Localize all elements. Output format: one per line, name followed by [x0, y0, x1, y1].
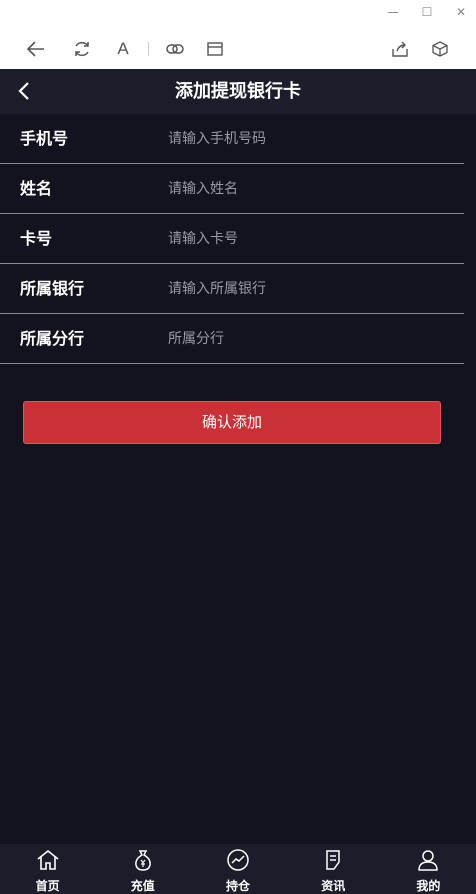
maximize-button[interactable]: ☐ — [418, 4, 436, 20]
tab-news[interactable]: 资讯 — [286, 844, 381, 894]
card-number-label: 卡号 — [20, 229, 53, 248]
name-input[interactable] — [168, 174, 448, 204]
confirm-add-button[interactable]: 确认添加 — [23, 401, 441, 444]
tab-recharge-label: 充值 — [130, 879, 155, 893]
home-icon — [37, 849, 59, 870]
tab-recharge[interactable]: 充值 — [95, 844, 190, 894]
refresh-icon[interactable] — [71, 38, 93, 60]
back-chevron-icon[interactable] — [14, 80, 36, 102]
bottom-tabbar: 首页 充值 持仓 资讯 我的 — [0, 844, 476, 894]
tab-positions[interactable]: 持仓 — [190, 844, 285, 894]
window-titlebar: — ☐ ✕ — [0, 0, 476, 28]
phone-label: 手机号 — [20, 129, 69, 148]
card-number-input[interactable] — [168, 224, 448, 254]
form-row-branch: 所属分行 — [0, 314, 464, 364]
form-row-name: 姓名 — [0, 164, 464, 214]
bank-card-form: 手机号 姓名 卡号 所属银行 所属分行 — [0, 114, 464, 364]
close-button[interactable]: ✕ — [452, 4, 470, 20]
page-title: 添加提现银行卡 — [175, 81, 301, 102]
bank-label: 所属银行 — [20, 279, 85, 298]
toolbar-separator — [148, 42, 149, 56]
back-arrow-icon[interactable] — [25, 38, 47, 60]
user-icon — [418, 850, 439, 871]
browser-toolbar: A — [0, 28, 476, 69]
tab-news-label: 资讯 — [321, 879, 346, 893]
cube-icon[interactable] — [429, 38, 451, 60]
tab-home[interactable]: 首页 — [0, 844, 95, 894]
tab-home-label: 首页 — [35, 879, 60, 893]
font-size-icon[interactable]: A — [112, 38, 134, 60]
tab-positions-label: 持仓 — [226, 879, 251, 893]
bank-input[interactable] — [168, 274, 448, 304]
tab-mine-label: 我的 — [416, 879, 441, 893]
tab-mine[interactable]: 我的 — [381, 844, 476, 894]
link-icon[interactable] — [164, 38, 186, 60]
branch-input[interactable] — [168, 324, 448, 354]
share-icon[interactable] — [389, 38, 411, 60]
branch-label: 所属分行 — [20, 329, 85, 348]
phone-input[interactable] — [168, 124, 448, 154]
document-edit-icon — [326, 850, 340, 870]
minimize-button[interactable]: — — [384, 4, 402, 20]
app-header: 添加提现银行卡 — [0, 69, 476, 114]
window-icon[interactable] — [204, 38, 226, 60]
money-bag-icon — [134, 850, 151, 871]
form-row-card-number: 卡号 — [0, 214, 464, 264]
name-label: 姓名 — [20, 179, 53, 198]
form-row-phone: 手机号 — [0, 114, 464, 164]
form-row-bank: 所属银行 — [0, 264, 464, 314]
chart-trend-icon — [227, 849, 249, 871]
